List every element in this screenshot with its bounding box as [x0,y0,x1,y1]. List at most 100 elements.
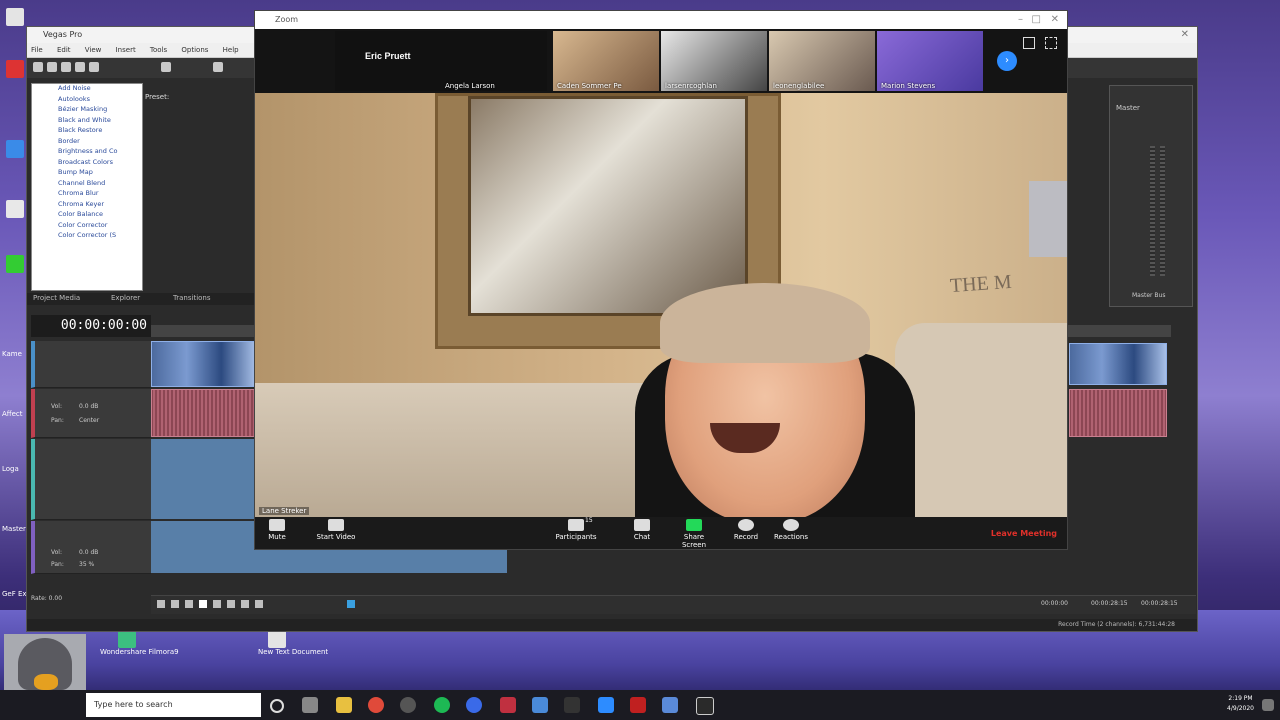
close-icon[interactable]: ✕ [1051,11,1059,29]
participants-button[interactable]: Participants 15 [553,517,599,541]
participant-tile[interactable]: Eric Pruett Angela Larson [335,31,547,91]
fx-item[interactable]: Bump Map [32,168,142,179]
tab-project-media[interactable]: Project Media [33,294,80,302]
record-icon[interactable] [171,600,179,608]
audio-clip[interactable] [151,389,257,437]
loop-icon[interactable] [157,600,165,608]
play-from-start-icon[interactable] [185,600,193,608]
menu-view[interactable]: View [85,46,102,54]
desktop-icon[interactable] [6,200,24,218]
taskbar-search-input[interactable]: Type here to search [86,693,261,717]
next-frame-icon[interactable] [255,600,263,608]
volume-value[interactable]: 0.0 dB [79,403,98,410]
pause-icon[interactable] [213,600,221,608]
volume-value[interactable]: 0.0 dB [79,549,98,556]
start-video-button[interactable]: Start Video [313,519,359,541]
cortana-icon[interactable] [270,699,284,713]
fx-item[interactable]: Border [32,137,142,148]
app-icon[interactable] [564,697,580,713]
fx-item[interactable]: Brightness and Co [32,147,142,158]
text-document-icon[interactable] [268,630,286,648]
play-icon[interactable] [199,600,207,608]
fx-item[interactable]: Color Corrector [32,221,142,232]
audio-track-header[interactable]: Vol: 0.0 dB Pan: Center [31,389,151,438]
app-icon[interactable] [662,697,678,713]
desktop-icon[interactable] [6,60,24,78]
menu-file[interactable]: File [31,46,43,54]
save-icon[interactable] [61,62,71,72]
pan-value[interactable]: Center [79,417,99,424]
render-icon[interactable] [75,62,85,72]
video-track-header[interactable] [31,341,151,388]
video-clip[interactable] [151,341,257,387]
snap-icon[interactable] [213,62,223,72]
fx-item[interactable]: Channel Blend [32,179,142,190]
video-track-header[interactable] [31,439,151,520]
fx-item[interactable]: Black and White [32,116,142,127]
open-icon[interactable] [47,62,57,72]
menu-options[interactable]: Options [181,46,208,54]
desktop-icon[interactable] [6,140,24,158]
app-icon[interactable] [532,697,548,713]
audio-clip[interactable] [1069,389,1167,437]
system-clock[interactable]: 2:19 PM 4/9/2020 [1227,694,1254,714]
participant-tile[interactable]: larsenrcoghlan [661,31,767,91]
file-explorer-icon[interactable] [336,697,352,713]
participant-tile[interactable]: leonenglabilee [769,31,875,91]
fx-item[interactable]: Autolooks [32,95,142,106]
notifications-icon[interactable] [1262,699,1274,711]
edit-tool-icon[interactable] [347,600,355,608]
gallery-view-icon[interactable] [1023,37,1035,49]
tab-explorer[interactable]: Explorer [111,294,140,302]
menu-tools[interactable]: Tools [150,46,167,54]
wondershare-icon-label[interactable]: Wondershare Filmora9 [100,648,179,656]
pan-value[interactable]: 35 % [79,561,94,568]
minimize-icon[interactable]: – [1018,11,1023,29]
desktop-icon[interactable] [6,255,24,273]
zoom-taskbar-icon[interactable] [598,697,614,713]
track-lane[interactable] [151,439,255,519]
close-icon[interactable]: ✕ [1181,27,1189,43]
fullscreen-icon[interactable] [1045,37,1057,49]
fx-item[interactable]: Chroma Keyer [32,200,142,211]
wondershare-icon[interactable] [118,630,136,648]
video-clip[interactable] [1069,343,1167,385]
reactions-button[interactable]: Reactions [773,519,809,541]
fx-item[interactable]: Black Restore [32,126,142,137]
chrome-icon[interactable] [368,697,384,713]
app-icon[interactable] [466,697,482,713]
menu-insert[interactable]: Insert [116,46,136,54]
menu-edit[interactable]: Edit [57,46,71,54]
maximize-icon[interactable]: □ [1032,11,1041,29]
properties-icon[interactable] [89,62,99,72]
fx-item[interactable]: Chroma Blur [32,189,142,200]
participant-tile[interactable]: Marion Stevens [877,31,983,91]
record-button[interactable]: Record [733,519,759,541]
obs-icon[interactable] [400,697,416,713]
menu-help[interactable]: Help [223,46,239,54]
desktop-icon[interactable] [6,8,24,26]
app-icon[interactable] [500,697,516,713]
mute-button[interactable]: Mute [265,519,289,541]
fx-item[interactable]: Add Noise [32,84,142,95]
task-view-icon[interactable] [302,697,318,713]
next-page-icon[interactable]: › [997,51,1017,71]
new-text-icon-label[interactable]: New Text Document [258,648,328,656]
prev-frame-icon[interactable] [241,600,249,608]
audio-track-header[interactable]: Vol: 0.0 dB Pan: 35 % [31,521,151,574]
app-icon[interactable] [630,697,646,713]
new-icon[interactable] [33,62,43,72]
vegas-taskbar-icon[interactable] [696,697,714,715]
fx-item[interactable]: Bézier Masking [32,105,142,116]
share-screen-button[interactable]: Share Screen [671,519,717,549]
leave-meeting-button[interactable]: Leave Meeting [991,529,1057,538]
tab-transitions[interactable]: Transitions [173,294,211,302]
fx-item[interactable]: Color Corrector (S [32,231,142,242]
participant-tile[interactable]: Caden Sommer Pe [553,31,659,91]
stop-icon[interactable] [227,600,235,608]
undo-icon[interactable] [161,62,171,72]
chat-button[interactable]: Chat [629,519,655,541]
fx-item[interactable]: Broadcast Colors [32,158,142,169]
spotify-icon[interactable] [434,697,450,713]
fx-item[interactable]: Color Balance [32,210,142,221]
